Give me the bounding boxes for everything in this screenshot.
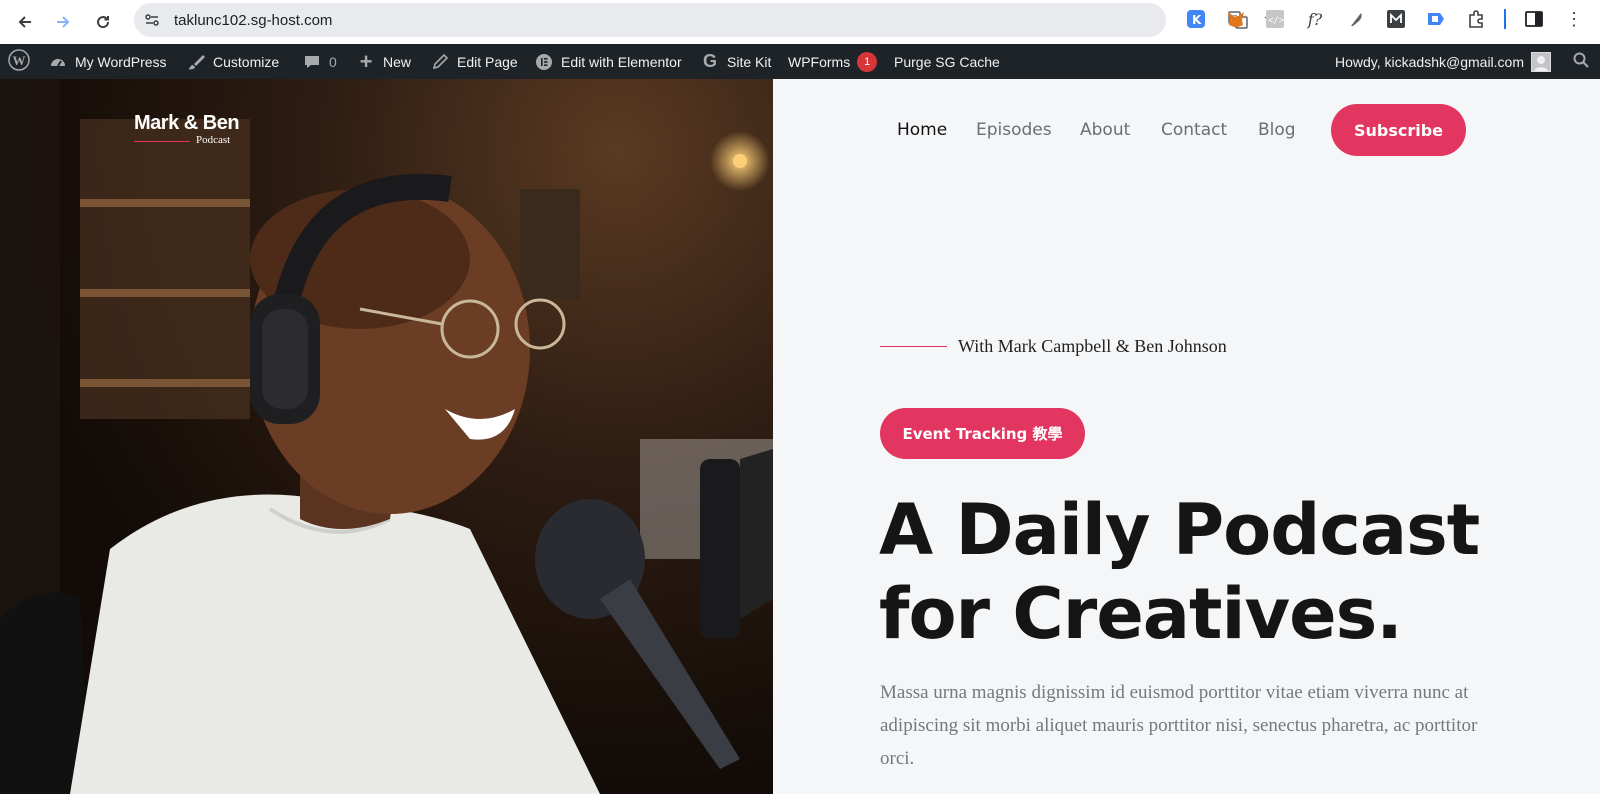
admin-bar-purge-cache[interactable]: Purge SG Cache bbox=[894, 44, 1000, 79]
admin-bar-search[interactable] bbox=[1572, 44, 1590, 79]
code-extension-icon[interactable]: </> bbox=[1265, 9, 1285, 29]
wordpress-logo-icon: W bbox=[8, 49, 30, 74]
site-info-icon[interactable] bbox=[144, 12, 160, 28]
nav-item-contact[interactable]: Contact bbox=[1161, 120, 1227, 140]
address-bar[interactable]: taklunc102.sg-host.com G bbox=[134, 3, 1284, 37]
more-menu-icon[interactable]: ⋮ bbox=[1564, 9, 1584, 29]
my-wordpress-label: My WordPress bbox=[75, 53, 167, 70]
admin-bar-wpforms[interactable]: WPForms 1 bbox=[788, 44, 878, 79]
customize-label: Customize bbox=[213, 53, 280, 70]
comments-count: 0 bbox=[329, 53, 337, 70]
headline-line-1: A Daily Podcast bbox=[879, 489, 1480, 571]
svg-text:K: K bbox=[1192, 13, 1202, 27]
tag-extension-icon[interactable] bbox=[1426, 9, 1446, 29]
admin-bar-my-account[interactable]: Howdy, kickadshk@gmail.com bbox=[1335, 44, 1552, 79]
comment-bubble-icon bbox=[302, 52, 322, 72]
logo-name: Mark & Ben bbox=[134, 112, 240, 134]
toolbar-divider bbox=[1504, 9, 1506, 29]
event-tracking-button[interactable]: Event Tracking 教學 bbox=[880, 408, 1085, 459]
side-panel-icon[interactable] bbox=[1524, 9, 1544, 29]
admin-bar-customize[interactable]: Customize bbox=[186, 44, 279, 79]
nav-item-about[interactable]: About bbox=[1080, 120, 1130, 140]
logo-subtitle: Podcast bbox=[196, 134, 231, 146]
extensions-puzzle-icon[interactable] bbox=[1466, 9, 1486, 29]
search-icon bbox=[1572, 51, 1590, 72]
howdy-label: Howdy, kickadshk@gmail.com bbox=[1335, 53, 1525, 70]
admin-bar-comments[interactable]: 0 bbox=[302, 44, 337, 79]
hero-headline: A Daily Podcast for Creatives. bbox=[879, 488, 1579, 656]
back-icon[interactable] bbox=[12, 9, 38, 35]
wp-logo-menu[interactable]: W bbox=[8, 44, 30, 79]
nav-item-episodes[interactable]: Episodes bbox=[976, 120, 1052, 140]
pencil-icon bbox=[430, 52, 450, 72]
subscribe-button[interactable]: Subscribe bbox=[1331, 104, 1466, 156]
edit-elementor-label: Edit with Elementor bbox=[561, 53, 682, 70]
dashboard-gauge-icon bbox=[48, 52, 68, 72]
admin-bar-site-kit[interactable]: G Site Kit bbox=[700, 44, 771, 79]
logo-underline bbox=[134, 141, 190, 142]
elementor-icon bbox=[534, 52, 554, 72]
hero-tagline: With Mark Campbell & Ben Johnson bbox=[958, 336, 1227, 356]
tagline-rule bbox=[880, 346, 947, 347]
hero-photo bbox=[0, 79, 773, 794]
wpforms-notification-badge: 1 bbox=[857, 51, 878, 72]
site-kit-label: Site Kit bbox=[727, 53, 772, 70]
podcaster-illustration bbox=[0, 79, 773, 794]
browser-toolbar: taklunc102.sg-host.com G K </> f? ⋮ bbox=[0, 0, 1600, 44]
wpforms-label: WPForms bbox=[788, 53, 851, 70]
svg-text:W: W bbox=[13, 53, 26, 68]
admin-bar-my-wordpress[interactable]: My WordPress bbox=[48, 44, 167, 79]
purge-cache-label: Purge SG Cache bbox=[894, 53, 1000, 70]
hero-description: Massa urna magnis dignissim id euismod p… bbox=[880, 682, 1478, 769]
forward-icon[interactable] bbox=[50, 9, 76, 35]
wp-admin-bar: W My WordPress Customize 0 + New Edit Pa… bbox=[0, 44, 1600, 79]
new-label: New bbox=[383, 53, 412, 70]
url-text: taklunc102.sg-host.com bbox=[174, 12, 333, 29]
admin-bar-edit-elementor[interactable]: Edit with Elementor bbox=[534, 44, 682, 79]
nav-item-home[interactable]: Home bbox=[897, 120, 947, 140]
site-logo[interactable]: Mark & Ben Podcast bbox=[134, 112, 240, 146]
feather-extension-icon[interactable] bbox=[1346, 9, 1366, 29]
avatar bbox=[1531, 51, 1552, 72]
nav-item-blog[interactable]: Blog bbox=[1258, 120, 1296, 140]
svg-text:</>: </> bbox=[1268, 16, 1284, 26]
extension-k-icon[interactable]: K bbox=[1186, 9, 1206, 29]
headline-line-2: for Creatives. bbox=[879, 573, 1403, 655]
google-g-icon: G bbox=[702, 51, 717, 71]
paintbrush-icon bbox=[186, 52, 206, 72]
reload-icon[interactable] bbox=[90, 9, 116, 35]
edit-page-label: Edit Page bbox=[457, 53, 518, 70]
metamask-fox-icon[interactable] bbox=[1226, 9, 1246, 29]
admin-bar-new[interactable]: + New bbox=[356, 44, 411, 79]
admin-bar-edit-page[interactable]: Edit Page bbox=[430, 44, 518, 79]
font-identifier-icon[interactable]: f? bbox=[1305, 9, 1325, 29]
m-extension-icon[interactable] bbox=[1386, 9, 1406, 29]
plus-icon: + bbox=[359, 48, 373, 74]
